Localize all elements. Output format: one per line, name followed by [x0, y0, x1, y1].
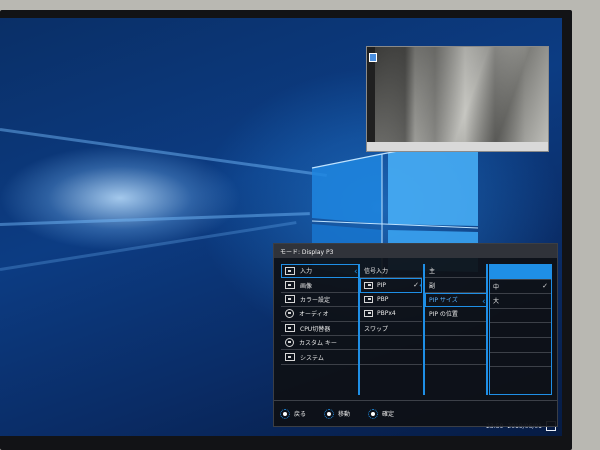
move-button[interactable]: 移動: [324, 408, 351, 419]
user-icon: [285, 338, 294, 348]
submenu-item-signal-input[interactable]: 信号入力: [360, 264, 422, 279]
menu-item-custom-key[interactable]: カスタム キー: [281, 336, 359, 351]
chevron-left-icon: ‹: [419, 281, 423, 291]
kvm-icon: [285, 324, 295, 333]
speaker-icon: [285, 309, 294, 319]
back-button[interactable]: 戻る: [280, 408, 307, 419]
pip-option-size[interactable]: PIP サイズ: [425, 292, 487, 308]
menu-item-system[interactable]: システム: [281, 350, 359, 365]
move-label: 移動: [338, 411, 351, 418]
menu-item-label: 画像: [300, 282, 313, 290]
submenu-item-label: スワップ: [364, 325, 389, 333]
pip-icon: [364, 281, 373, 289]
osd-footer: 戻る 移動 確定: [274, 400, 557, 426]
submenu-empty-row: [360, 350, 422, 365]
size-empty-row: [490, 323, 551, 338]
menu-item-label: CPU切替器: [300, 325, 331, 333]
pip-window: [366, 46, 549, 152]
menu-item-kvm[interactable]: CPU切替器: [281, 322, 359, 336]
osd-pip-size-list: 中 ✓ 大: [489, 264, 552, 395]
pip-empty-row: [425, 350, 487, 365]
submenu-item-label: PIP: [377, 281, 387, 289]
pip-option-label: 主: [429, 268, 436, 276]
size-option-large[interactable]: 大: [490, 294, 551, 309]
menu-item-label: システム: [300, 354, 324, 362]
chevron-left-icon: ‹: [482, 297, 486, 307]
confirm-button[interactable]: 確定: [368, 408, 395, 419]
size-option-label: 中: [493, 283, 500, 291]
pip-option-sub[interactable]: 副: [425, 278, 487, 293]
size-option-small[interactable]: [490, 265, 551, 280]
size-empty-row: [490, 309, 551, 324]
column-divider: [486, 264, 488, 395]
submenu-item-pbp[interactable]: PBP: [360, 293, 422, 308]
size-empty-row: [490, 353, 551, 368]
submenu-empty-row: [360, 336, 422, 351]
pbpx4-icon: [364, 310, 373, 318]
submenu-item-label: PBPx4: [377, 310, 396, 318]
dpad-center-icon: [368, 408, 379, 419]
size-empty-row: [490, 367, 551, 382]
menu-item-color-settings[interactable]: カラー設定: [281, 293, 359, 308]
pip-empty-row: [425, 322, 487, 336]
menu-item-audio[interactable]: オーディオ: [281, 307, 359, 322]
submenu-item-swap[interactable]: スワップ: [360, 322, 422, 336]
pip-empty-row: [425, 336, 487, 351]
confirm-label: 確定: [382, 411, 395, 418]
dpad-left-icon: [280, 408, 290, 419]
osd-menu: モード: Display P3 入力 画像 カラー設定 オーディオ CPU切替器…: [273, 243, 558, 427]
pip-option-main[interactable]: 主: [425, 264, 487, 279]
pip-option-label: PIP の位置: [429, 311, 458, 319]
pip-option-label: 副: [429, 282, 436, 290]
osd-input-submenu: 信号入力 PIP ✓ PBP PBPx4 スワップ: [360, 264, 422, 365]
checkmark-icon: ✓: [542, 282, 548, 291]
submenu-item-pip[interactable]: PIP ✓: [360, 278, 422, 293]
submenu-item-label: PBP: [377, 295, 389, 303]
submenu-item-pbpx4[interactable]: PBPx4: [360, 307, 422, 322]
menu-item-label: 入力: [300, 268, 313, 276]
chevron-left-icon: ‹: [354, 267, 358, 277]
color-settings-icon: [285, 295, 295, 304]
osd-main-menu: 入力 画像 カラー設定 オーディオ CPU切替器 カスタム キー システム: [281, 264, 359, 365]
pbp-icon: [364, 295, 373, 303]
size-option-medium[interactable]: 中 ✓: [490, 280, 551, 295]
menu-item-label: カラー設定: [300, 296, 331, 304]
dpad-updown-icon: [324, 408, 335, 419]
osd-pip-options: 主 副 PIP サイズ PIP の位置: [425, 264, 487, 365]
submenu-item-label: 信号入力: [364, 268, 389, 276]
menu-item-input[interactable]: 入力: [281, 264, 359, 279]
menu-item-label: カスタム キー: [299, 340, 337, 348]
size-empty-row: [490, 338, 551, 353]
pip-option-label: PIP サイズ: [429, 296, 458, 304]
recycle-bin-icon: [369, 53, 377, 62]
osd-mode-title: モード: Display P3: [280, 248, 334, 256]
osd-titlebar: モード: Display P3: [274, 244, 557, 258]
pip-photo: [375, 47, 548, 142]
pip-taskbar: [367, 142, 548, 151]
pip-option-position[interactable]: PIP の位置: [425, 307, 487, 322]
picture-icon: [285, 281, 295, 290]
back-label: 戻る: [294, 411, 307, 418]
menu-item-picture[interactable]: 画像: [281, 278, 359, 293]
menu-item-label: オーディオ: [299, 311, 329, 319]
input-icon: [285, 266, 295, 275]
size-option-label: 大: [493, 298, 500, 306]
wrench-icon: [285, 353, 295, 362]
